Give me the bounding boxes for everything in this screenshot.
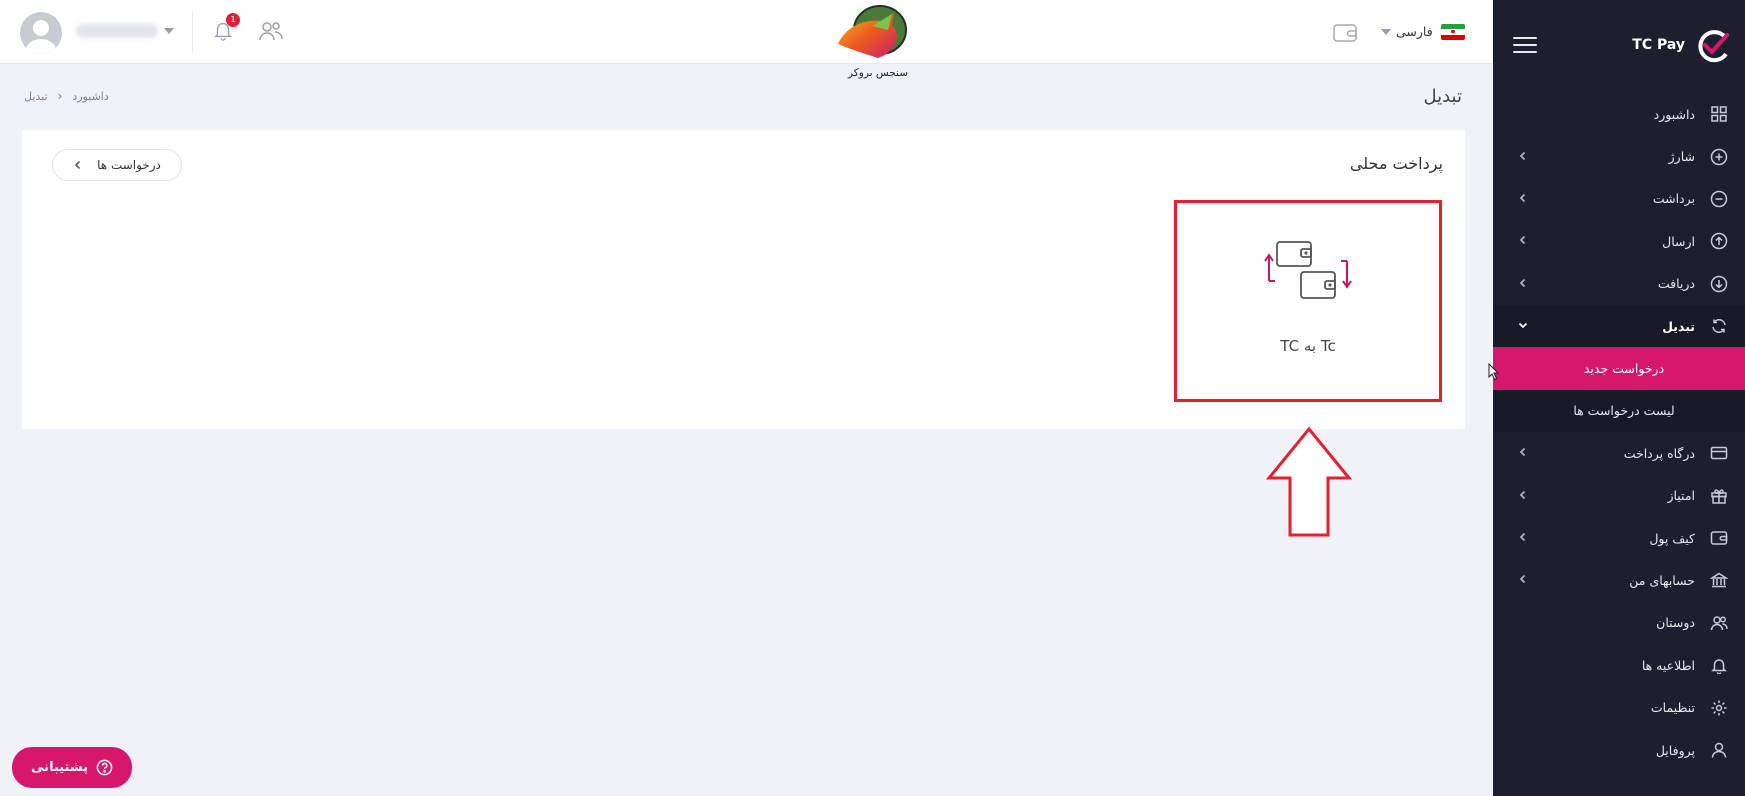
page-title: تبدیل (1423, 86, 1462, 107)
sidebar-item-friends[interactable]: دوستان (1493, 602, 1745, 644)
sidebar-item-label: درگاه پرداخت (1623, 445, 1695, 461)
breadcrumb: تبدیل › داشبورد (24, 89, 109, 103)
refresh-icon (1709, 316, 1729, 336)
chevron-left-icon (1515, 531, 1529, 545)
sidebar-item-points[interactable]: امتیاز (1493, 475, 1745, 517)
breadcrumb-current: تبدیل (24, 89, 48, 103)
sidebar-item-payment-gateway[interactable]: درگاه پرداخت (1493, 432, 1745, 474)
breadcrumb-separator-icon: › (57, 89, 63, 103)
language-selector[interactable]: فارسی (1396, 24, 1433, 39)
sidebar-item-settings[interactable]: تنظیمات (1493, 686, 1745, 728)
notification-badge: 1 (226, 13, 240, 27)
tile-label: Tc به TC (1280, 337, 1336, 355)
submenu-item-label: درخواست جدید (1583, 361, 1665, 377)
username-blurred[interactable] (76, 24, 158, 38)
top-bar: 1 سنجس بروکر فارسی (0, 0, 1493, 79)
chevron-left-icon (1515, 489, 1529, 503)
sidebar-item-profile[interactable]: پروفایل (1493, 729, 1745, 771)
sidebar-item-dashboard[interactable]: داشبورد (1493, 93, 1745, 135)
chevron-left-icon (1515, 573, 1529, 587)
sidebar-item-send[interactable]: ارسال (1493, 220, 1745, 262)
chevron-left-icon (1515, 446, 1529, 460)
wallet-icon (1709, 528, 1729, 548)
chevron-left-icon (1515, 150, 1529, 164)
sidebar-item-receive[interactable]: دریافت (1493, 263, 1745, 305)
chevron-left-icon (1515, 234, 1529, 248)
user-menu-caret-icon[interactable] (164, 28, 174, 34)
language-caret-icon[interactable] (1381, 29, 1391, 35)
sidebar-item-label: اطلاعیه ها (1641, 657, 1695, 673)
sidebar-item-my-accounts[interactable]: حسابهای من (1493, 559, 1745, 601)
gift-icon (1709, 486, 1729, 506)
requests-button[interactable]: درخواست ها (52, 149, 182, 181)
sidebar-item-label: دریافت (1657, 276, 1695, 292)
gear-icon (1709, 698, 1729, 718)
support-button-label: پشتیبانی (31, 760, 88, 775)
help-circle-icon (96, 759, 113, 776)
user-icon (1709, 740, 1729, 760)
sidebar-item-charge[interactable]: شارژ (1493, 135, 1745, 177)
sidebar-item-label: برداشت (1652, 191, 1695, 207)
wallet-icon[interactable] (1332, 22, 1358, 44)
bell-icon (1709, 655, 1729, 675)
chevron-down-icon (1515, 319, 1529, 333)
arrow-up-circle-icon (1709, 231, 1729, 251)
chevron-left-icon (1515, 277, 1529, 291)
tcpay-logo-icon (1698, 30, 1729, 63)
sidebar-item-label: امتیاز (1667, 488, 1695, 504)
brand: TC Pay (1493, 0, 1745, 90)
broker-logo-text: سنجس بروکر (847, 67, 909, 79)
sidebar: TC Pay داشبورد شارژ برداشت ارسال دریافت (1493, 0, 1745, 796)
sidebar-item-label: حسابهای من (1629, 572, 1695, 588)
red-up-arrow-annotation-icon (1266, 426, 1352, 537)
broker-logo-icon (832, 4, 912, 62)
submenu-request-list[interactable]: لیست درخواست ها (1493, 389, 1745, 433)
sidebar-item-label: پروفایل (1655, 742, 1695, 758)
requests-button-label: درخواست ها (97, 158, 161, 172)
sidebar-item-label: شارژ (1668, 149, 1695, 165)
sidebar-item-convert[interactable]: تبدیل (1493, 304, 1745, 348)
minus-circle-icon (1709, 189, 1729, 209)
sidebar-item-wallet[interactable]: کیف پول (1493, 517, 1745, 559)
mouse-pointer-icon (1488, 363, 1499, 381)
tc-to-tc-tile[interactable]: Tc به TC (1174, 200, 1442, 402)
wallet-exchange-icon (1264, 241, 1352, 299)
sidebar-item-label: کیف پول (1649, 530, 1695, 546)
local-payment-card: پرداخت محلی درخواست ها Tc به TC (22, 130, 1465, 429)
dashboard-icon (1709, 104, 1729, 124)
users-icon[interactable] (258, 20, 284, 42)
support-button[interactable]: پشتیبانی (12, 747, 132, 788)
sidebar-item-notifications[interactable]: اطلاعیه ها (1493, 644, 1745, 686)
bank-icon (1709, 570, 1729, 590)
avatar[interactable] (20, 12, 62, 54)
submenu-new-request[interactable]: درخواست جدید (1493, 347, 1745, 390)
plus-circle-icon (1709, 147, 1729, 167)
chevron-left-icon (1515, 192, 1529, 206)
sidebar-item-label: تبدیل (1662, 318, 1695, 334)
hamburger-menu-icon[interactable] (1513, 37, 1537, 53)
sidebar-item-label: تنظیمات (1650, 700, 1695, 716)
submenu-item-label: لیست درخواست ها (1573, 403, 1675, 419)
sidebar-item-label: ارسال (1662, 233, 1695, 249)
card-title: پرداخت محلی (1349, 154, 1443, 173)
sidebar-item-withdraw[interactable]: برداشت (1493, 178, 1745, 220)
users-icon (1709, 613, 1729, 633)
sidebar-item-label: دوستان (1656, 615, 1695, 631)
sidebar-item-label: داشبورد (1653, 106, 1695, 122)
convert-submenu: درخواست جدید لیست درخواست ها (1493, 347, 1745, 433)
sidebar-menu: داشبورد شارژ برداشت ارسال دریافت تبدیل د… (1493, 93, 1745, 771)
chevron-left-icon (74, 160, 81, 170)
card-icon (1709, 443, 1729, 463)
iran-flag-icon[interactable] (1441, 24, 1465, 40)
brand-name: TC Pay (1632, 37, 1685, 53)
breadcrumb-dashboard-link[interactable]: داشبورد (72, 90, 108, 103)
arrow-down-circle-icon (1709, 274, 1729, 294)
top-divider (192, 12, 193, 52)
